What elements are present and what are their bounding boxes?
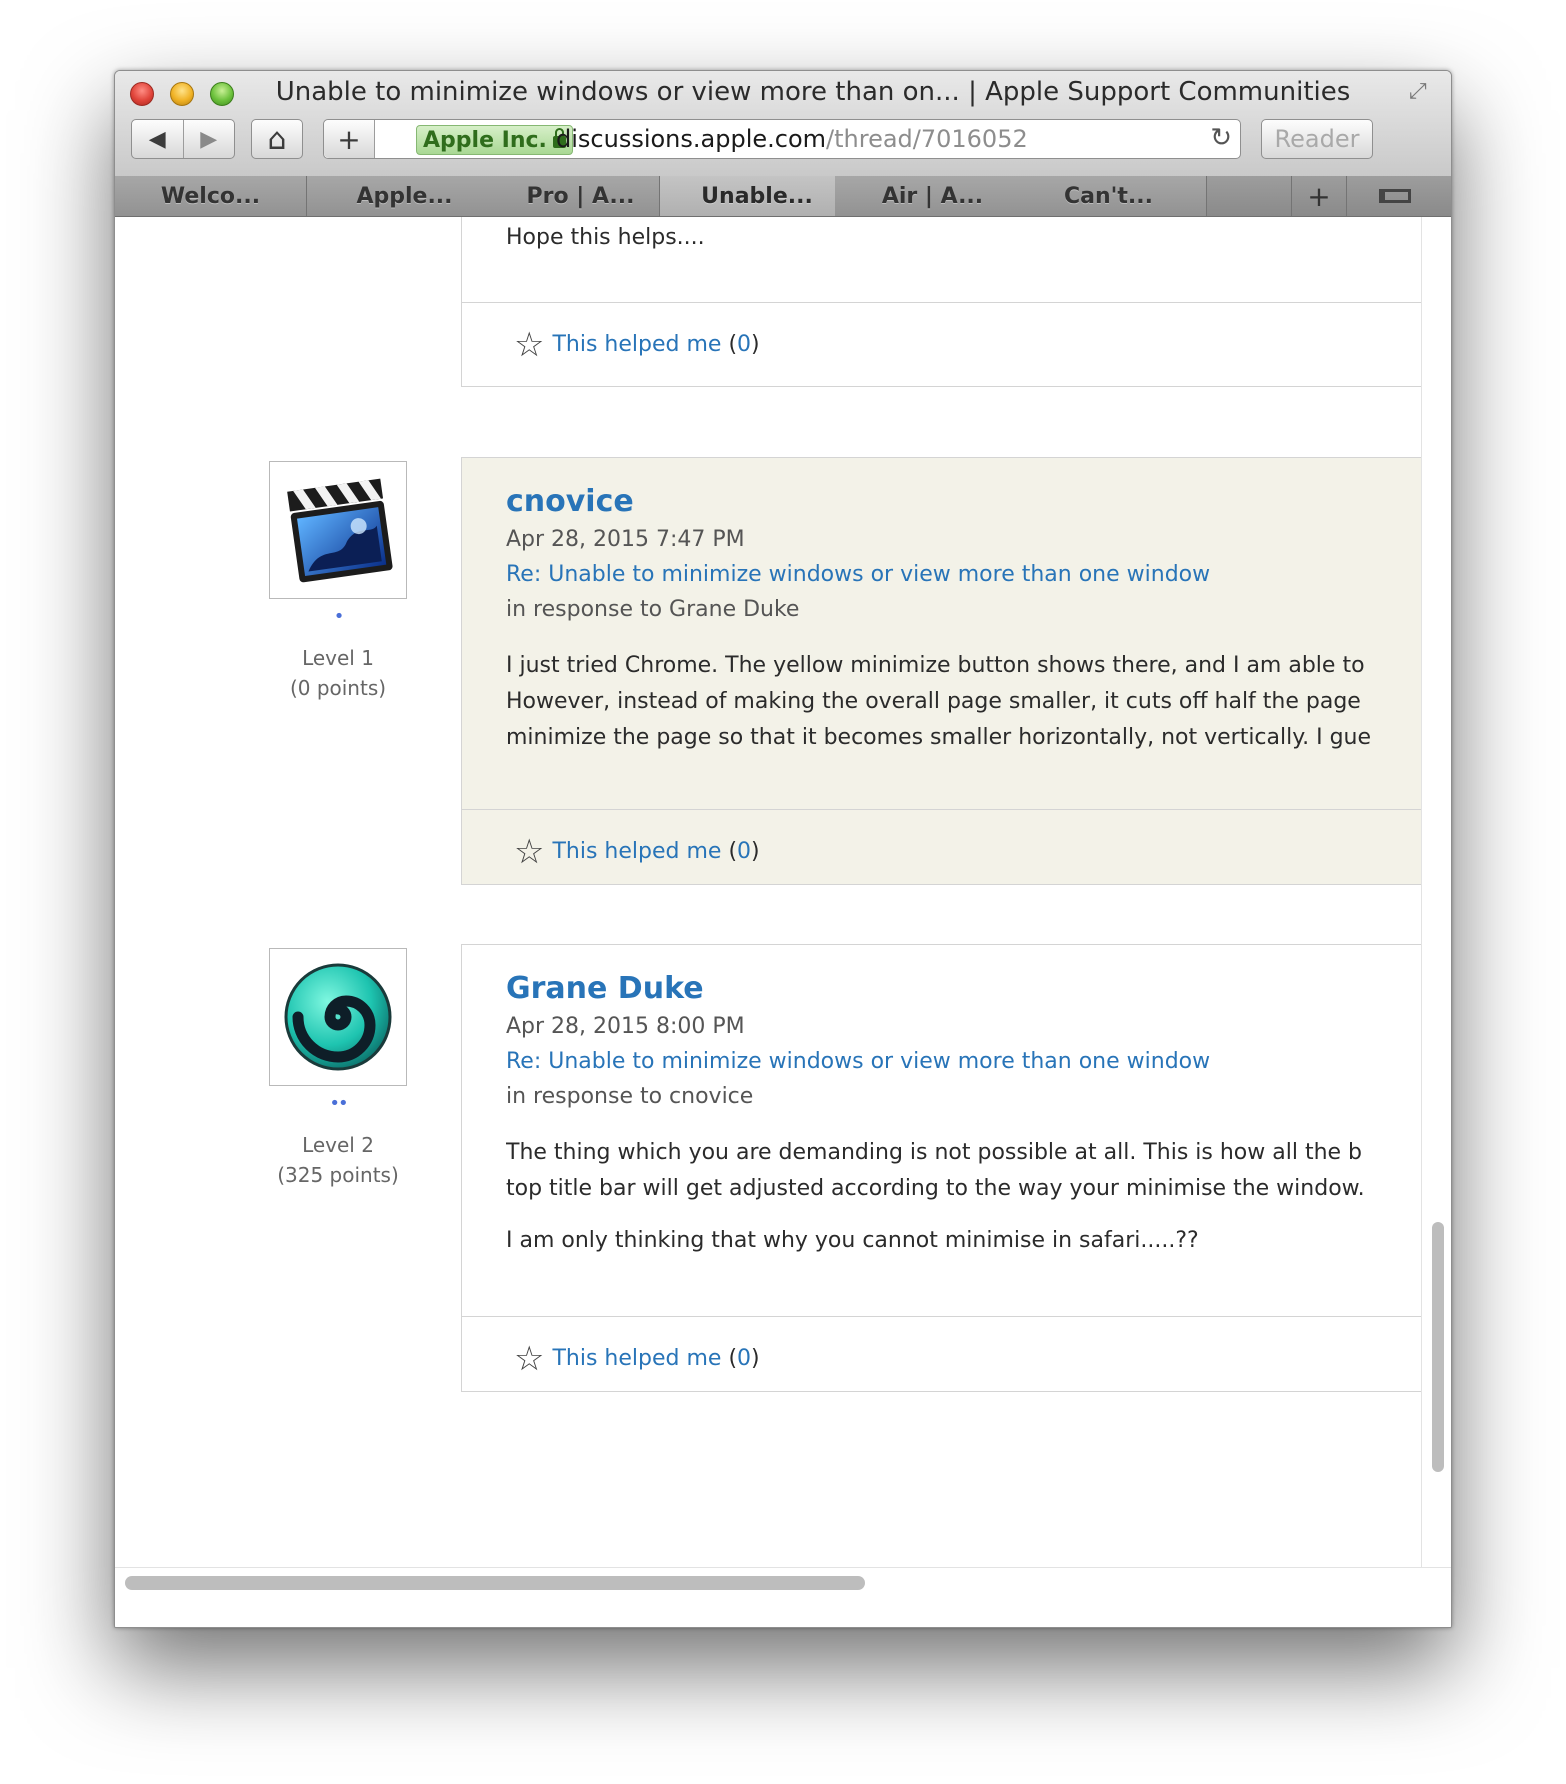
avatar[interactable] (269, 461, 407, 599)
post-text-line: The thing which you are demanding is not… (506, 1140, 1363, 1165)
url-text[interactable]: discussions.apple.com/thread/7016052 (556, 125, 1028, 153)
post-card: cnovice Apr 28, 2015 7:47 PM Re: Unable … (461, 457, 1421, 885)
tab-overview-button[interactable] (1355, 176, 1435, 216)
this-helped-me-link[interactable]: This helped me (552, 839, 721, 864)
reload-icon[interactable]: ↻ (1210, 123, 1232, 153)
tab-bar: Welco... Apple... Pro | A... Unable... A… (115, 176, 1451, 217)
url-path: /thread/7016052 (826, 125, 1028, 153)
level-indicator: •• (329, 1093, 348, 1114)
post-author[interactable]: cnovice (506, 484, 1387, 519)
back-icon: ◀ (148, 126, 166, 152)
post-text-line: minimize the page so that it becomes sma… (506, 725, 1372, 750)
ev-certificate-badge[interactable]: Apple Inc. (416, 125, 573, 155)
helped-count[interactable]: 0 (737, 332, 751, 357)
level-label: Level 1 (302, 646, 374, 670)
swirl-icon (284, 963, 392, 1071)
this-helped-me-link[interactable]: This helped me (552, 1346, 721, 1371)
back-forward-buttons: ◀ ▶ (131, 119, 235, 159)
browser-window: Unable to minimize windows or view more … (114, 70, 1452, 1628)
helped-count[interactable]: 0 (737, 1346, 751, 1371)
horizontal-scroll-thumb[interactable] (125, 1576, 865, 1590)
in-response-to[interactable]: in response to Grane Duke (506, 597, 1387, 622)
helped-row: ☆ This helped me (0) (462, 1316, 1421, 1400)
helped-count[interactable]: 0 (737, 839, 751, 864)
avatar[interactable] (269, 948, 407, 1086)
plus-icon: + (1307, 179, 1331, 213)
user-level: Level 2 (325 points) (249, 1130, 427, 1190)
post-card: Grane Duke Apr 28, 2015 8:00 PM Re: Unab… (461, 944, 1421, 1392)
post-subject-link[interactable]: Re: Unable to minimize windows or view m… (506, 562, 1387, 587)
tab-cant[interactable]: Can't... (1011, 176, 1207, 216)
user-level: Level 1 (0 points) (249, 643, 427, 703)
plus-icon: + (337, 122, 361, 156)
ev-company-name: Apple Inc. (423, 127, 547, 153)
post-text-line: Hope this helps.... (506, 225, 705, 250)
horizontal-scrollbar[interactable] (115, 1567, 1451, 1627)
post-date: Apr 28, 2015 8:00 PM (506, 1014, 745, 1039)
points-label: (0 points) (289, 676, 387, 700)
post-text-line: I just tried Chrome. The yellow minimize… (506, 653, 1365, 678)
post-card: Hope this helps.... ☆ This helped me (0) (461, 217, 1421, 387)
post-author[interactable]: Grane Duke (506, 971, 1387, 1006)
url-host: discussions.apple.com (556, 125, 827, 153)
post-subject-link[interactable]: Re: Unable to minimize windows or view m… (506, 1049, 1387, 1074)
page-content: Hope this helps.... ☆ This helped me (0) (115, 217, 1421, 1567)
vertical-scrollbar[interactable] (1421, 217, 1451, 1567)
tab-apple[interactable]: Apple... (307, 176, 503, 216)
window-titlebar-toolbar: Unable to minimize windows or view more … (115, 71, 1451, 177)
star-icon[interactable]: ☆ (514, 1342, 544, 1376)
post-date: Apr 28, 2015 7:47 PM (506, 527, 745, 552)
post-text-line: top title bar will get adjusted accordin… (506, 1176, 1365, 1201)
star-icon[interactable]: ☆ (514, 835, 544, 869)
new-tab-button[interactable]: + (1291, 176, 1347, 216)
level-label: Level 2 (302, 1133, 374, 1157)
forward-icon: ▶ (200, 126, 218, 152)
reader-button[interactable]: Reader (1261, 119, 1373, 159)
film-clapper-icon (287, 478, 393, 583)
helped-row: ☆ This helped me (0) (462, 809, 1421, 893)
forward-button[interactable]: ▶ (184, 120, 235, 158)
home-icon: ⌂ (267, 121, 287, 157)
add-bookmark-button[interactable]: + (324, 120, 375, 158)
this-helped-me-link[interactable]: This helped me (552, 332, 721, 357)
tab-pro[interactable]: Pro | A... (483, 176, 679, 216)
helped-row: ☆ This helped me (0) (462, 302, 1421, 386)
tab-welcome[interactable]: Welco... (115, 176, 307, 216)
tab-unable[interactable]: Unable... (659, 176, 855, 216)
window-title: Unable to minimize windows or view more … (275, 77, 1351, 107)
back-button[interactable]: ◀ (132, 120, 184, 158)
points-label: (325 points) (277, 1163, 399, 1187)
post-text-line: I am only thinking that why you cannot m… (506, 1228, 1199, 1253)
tab-overview-icon (1379, 189, 1411, 203)
address-bar[interactable]: + Apple Inc. discussions.apple.com/threa… (323, 119, 1241, 159)
star-icon[interactable]: ☆ (514, 328, 544, 362)
home-button[interactable]: ⌂ (251, 119, 303, 159)
post-text-line: However, instead of making the overall p… (506, 689, 1361, 714)
tab-air[interactable]: Air | A... (835, 176, 1031, 216)
fullscreen-icon[interactable]: ⤢ (1409, 79, 1439, 109)
vertical-scroll-thumb[interactable] (1432, 1222, 1444, 1472)
level-indicator: • (333, 606, 345, 627)
in-response-to[interactable]: in response to cnovice (506, 1084, 1387, 1109)
